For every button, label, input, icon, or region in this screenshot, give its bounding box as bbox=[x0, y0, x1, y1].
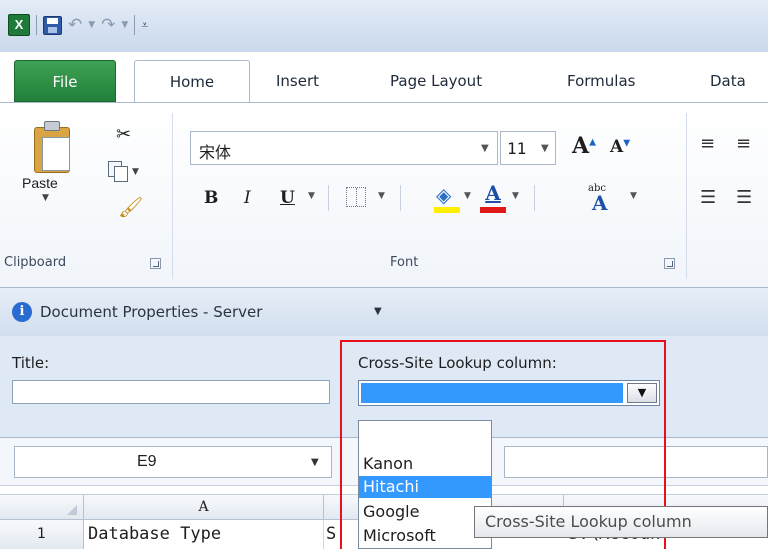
tab-home[interactable]: Home bbox=[134, 60, 250, 103]
align-middle-icon[interactable]: ≡ bbox=[736, 133, 751, 154]
tab-formulas[interactable]: Formulas bbox=[567, 60, 635, 102]
align-left-icon[interactable]: ☰ bbox=[700, 187, 716, 208]
paste-dropdown-icon[interactable]: ▼ bbox=[42, 193, 49, 203]
chevron-down-icon[interactable]: ▼ bbox=[481, 143, 489, 154]
lookup-dropdown-list: Kanon Hitachi Google Microsoft bbox=[358, 420, 492, 549]
select-all-corner[interactable] bbox=[0, 495, 84, 519]
paint-bucket-icon: ◈ bbox=[436, 183, 452, 207]
tab-page-layout[interactable]: Page Layout bbox=[390, 60, 482, 102]
phonetic-big-letter: A bbox=[592, 191, 608, 215]
fill-color-dropdown-icon[interactable]: ▼ bbox=[464, 191, 471, 201]
copy-icon[interactable] bbox=[108, 161, 128, 182]
borders-dropdown-icon[interactable]: ▼ bbox=[378, 191, 385, 201]
grow-font-icon[interactable]: A▲ bbox=[572, 133, 596, 159]
dropdown-option-selected[interactable]: Hitachi bbox=[359, 476, 491, 498]
underline-dropdown-icon[interactable]: ▼ bbox=[308, 191, 315, 201]
separator bbox=[400, 185, 401, 211]
paste-button-label[interactable]: Paste bbox=[22, 175, 58, 191]
redo-icon[interactable]: ↷ bbox=[101, 16, 115, 34]
customize-qat-icon[interactable]: ⩡ bbox=[141, 18, 148, 33]
name-box[interactable]: E9 ▼ bbox=[14, 446, 332, 478]
title-field[interactable] bbox=[12, 380, 330, 404]
separator bbox=[328, 185, 329, 211]
chevron-down-icon[interactable]: ▼ bbox=[374, 306, 382, 317]
tab-file[interactable]: File bbox=[14, 60, 116, 102]
dropdown-option[interactable]: Google bbox=[359, 501, 491, 523]
font-name-combo[interactable]: 宋体 ▼ bbox=[190, 131, 498, 165]
paste-sheet-shape bbox=[42, 137, 70, 171]
document-properties-title[interactable]: Document Properties - Server bbox=[40, 303, 262, 321]
paste-icon[interactable] bbox=[34, 121, 72, 173]
chevron-down-icon[interactable]: ▼ bbox=[311, 457, 319, 468]
clipboard-group-label: Clipboard bbox=[4, 255, 67, 270]
ribbon: Paste ▼ ✂ ▼ 🖌 Clipboard 宋体 ▼ 11 ▼ A▲ A▼ … bbox=[0, 102, 768, 288]
name-box-value: E9 bbox=[137, 453, 157, 470]
fill-color-icon[interactable]: ◈ bbox=[434, 181, 460, 213]
font-size-combo[interactable]: 11 ▼ bbox=[500, 131, 556, 165]
quick-access-toolbar: X ↶ ▼ ↷ ▼ ⩡ bbox=[8, 14, 148, 36]
qat-separator bbox=[134, 15, 136, 35]
row-header-1[interactable]: 1 bbox=[0, 520, 84, 549]
font-name-value: 宋体 bbox=[199, 143, 232, 162]
align-top-icon[interactable]: ≡ bbox=[700, 133, 715, 154]
undo-dropdown-icon[interactable]: ▼ bbox=[88, 20, 95, 30]
dropdown-option[interactable]: Microsoft bbox=[359, 525, 491, 547]
font-color-letter: A bbox=[485, 181, 501, 205]
undo-icon[interactable]: ↶ bbox=[68, 16, 82, 34]
underline-button[interactable]: U bbox=[280, 183, 295, 213]
cut-icon[interactable]: ✂ bbox=[116, 125, 131, 145]
group-separator bbox=[172, 113, 173, 279]
font-group-label: Font bbox=[390, 255, 419, 270]
font-color-icon[interactable]: A bbox=[480, 181, 506, 213]
qat-separator bbox=[36, 15, 37, 35]
redo-dropdown-icon[interactable]: ▼ bbox=[121, 20, 128, 30]
cell-a1[interactable]: Database Type bbox=[84, 520, 324, 549]
group-separator bbox=[686, 113, 687, 279]
save-icon[interactable] bbox=[43, 15, 62, 35]
excel-icon[interactable]: X bbox=[8, 14, 30, 36]
font-color-dropdown-icon[interactable]: ▼ bbox=[512, 191, 519, 201]
font-color-swatch bbox=[480, 207, 506, 213]
shrink-font-letter: A bbox=[610, 137, 624, 157]
ribbon-tabs: File Home Insert Page Layout Formulas Da… bbox=[0, 60, 768, 103]
grow-font-letter: A bbox=[572, 133, 590, 159]
italic-button[interactable]: I bbox=[244, 183, 251, 213]
clipboard-launcher-icon[interactable] bbox=[150, 258, 161, 269]
separator bbox=[534, 185, 535, 211]
format-painter-icon[interactable]: 🖌 bbox=[118, 197, 143, 217]
font-launcher-icon[interactable] bbox=[664, 258, 675, 269]
borders-icon[interactable] bbox=[346, 187, 366, 207]
font-size-value: 11 bbox=[507, 139, 527, 158]
fill-color-swatch bbox=[434, 207, 460, 213]
tab-insert[interactable]: Insert bbox=[276, 60, 319, 102]
dropdown-option[interactable]: Kanon bbox=[359, 453, 491, 475]
copy-dropdown-icon[interactable]: ▼ bbox=[132, 167, 139, 177]
column-header-a[interactable]: A bbox=[84, 495, 324, 519]
phonetic-dropdown-icon[interactable]: ▼ bbox=[630, 191, 637, 201]
shrink-font-icon[interactable]: A▼ bbox=[610, 137, 630, 157]
document-properties-header: i Document Properties - Server ▼ bbox=[0, 288, 768, 336]
title-field-label: Title: bbox=[12, 354, 50, 372]
info-icon: i bbox=[12, 302, 32, 322]
bold-button[interactable]: B bbox=[204, 183, 218, 213]
title-bar: X ↶ ▼ ↷ ▼ ⩡ bbox=[0, 0, 768, 52]
clip-shape bbox=[44, 121, 60, 131]
chevron-down-icon[interactable]: ▼ bbox=[541, 143, 549, 154]
tab-data[interactable]: Data bbox=[710, 60, 746, 102]
tooltip: Cross-Site Lookup column bbox=[474, 506, 768, 538]
dropdown-option[interactable] bbox=[359, 429, 491, 451]
align-center-icon[interactable]: ☰ bbox=[736, 187, 752, 208]
